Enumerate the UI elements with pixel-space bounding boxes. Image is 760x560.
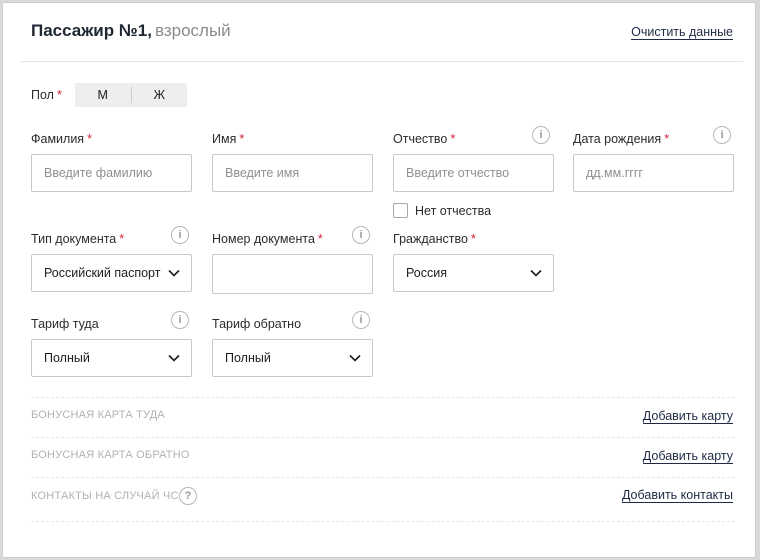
passenger-title: Пассажир №1, взрослый <box>31 21 231 41</box>
add-emergency-contacts-link[interactable]: Добавить контакты <box>621 488 733 503</box>
no-patronymic-label: Нет отчества <box>415 204 492 218</box>
doc-type-label-text: Тип документа <box>31 232 117 246</box>
citizenship-select[interactable]: Россия <box>393 254 554 292</box>
doc-number-label: Номер документа * <box>212 232 323 246</box>
gender-toggle: М Ж <box>75 83 187 107</box>
fare-there-label: Тариф туда <box>31 317 99 331</box>
doc-number-label-text: Номер документа <box>212 232 315 246</box>
fare-there-select[interactable]: Полный <box>31 339 192 377</box>
birthdate-label-text: Дата рождения <box>573 132 662 146</box>
name-input[interactable]: Введите имя <box>212 154 373 192</box>
passenger-card: Пассажир №1, взрослый Очистить данные Пол… <box>2 2 756 558</box>
doc-type-select[interactable]: Российский паспорт <box>31 254 192 292</box>
header-divider <box>21 61 743 62</box>
add-bonus-card-there-link[interactable]: Добавить карту <box>642 409 733 424</box>
required-mark: * <box>317 232 323 246</box>
section-divider <box>31 521 735 522</box>
surname-label: Фамилия * <box>31 132 92 146</box>
required-mark: * <box>119 232 125 246</box>
required-mark: * <box>56 88 62 102</box>
patronymic-input[interactable]: Введите отчество <box>393 154 554 192</box>
citizenship-label-text: Гражданство <box>393 232 468 246</box>
gender-option-male[interactable]: М <box>75 83 131 107</box>
emergency-contacts-title: КОНТАКТЫ НА СЛУЧАЙ ЧС <box>31 490 179 502</box>
info-icon[interactable]: i <box>352 226 370 244</box>
required-mark: * <box>87 132 92 146</box>
required-mark: * <box>450 132 456 146</box>
gender-label: Пол * <box>31 88 62 102</box>
chevron-down-icon <box>168 269 180 277</box>
doc-number-input[interactable] <box>212 254 373 294</box>
chevron-down-icon <box>530 269 542 277</box>
birthdate-label: Дата рождения * <box>573 132 669 146</box>
info-icon[interactable]: i <box>171 226 189 244</box>
chevron-down-icon <box>349 354 361 362</box>
gender-label-text: Пол <box>31 88 54 102</box>
section-divider <box>31 437 735 438</box>
passenger-title-main: Пассажир №1, <box>31 21 152 40</box>
required-mark: * <box>664 132 670 146</box>
required-mark: * <box>239 132 245 146</box>
clear-data-link[interactable]: Очистить данные <box>631 25 733 40</box>
citizenship-value: Россия <box>406 266 447 280</box>
no-patronymic-checkbox[interactable] <box>393 203 408 218</box>
section-divider <box>31 477 735 478</box>
citizenship-label: Гражданство * <box>393 232 476 246</box>
required-mark: * <box>470 232 476 246</box>
fare-back-label: Тариф обратно <box>212 317 302 331</box>
info-icon[interactable]: i <box>352 311 370 329</box>
patronymic-label: Отчество * <box>393 132 455 146</box>
doc-type-value: Российский паспорт <box>44 266 161 280</box>
fare-back-select[interactable]: Полный <box>212 339 373 377</box>
name-label: Имя * <box>212 132 244 146</box>
fare-back-value: Полный <box>225 351 271 365</box>
patronymic-label-text: Отчество <box>393 132 448 146</box>
surname-label-text: Фамилия <box>31 132 85 146</box>
section-divider <box>31 397 735 398</box>
doc-type-label: Тип документа * <box>31 232 124 246</box>
info-icon[interactable]: i <box>713 126 731 144</box>
bonus-card-back-title: БОНУСНАЯ КАРТА ОБРАТНО <box>31 449 190 461</box>
fare-there-value: Полный <box>44 351 90 365</box>
passenger-title-sub: взрослый <box>154 21 231 40</box>
question-icon[interactable]: ? <box>179 487 197 505</box>
info-icon[interactable]: i <box>532 126 550 144</box>
bonus-card-there-title: БОНУСНАЯ КАРТА ТУДА <box>31 409 165 421</box>
add-bonus-card-back-link[interactable]: Добавить карту <box>642 449 733 464</box>
chevron-down-icon <box>168 354 180 362</box>
surname-input[interactable]: Введите фамилию <box>31 154 192 192</box>
gender-option-female[interactable]: Ж <box>132 83 188 107</box>
birthdate-input[interactable]: дд.мм.гггг <box>573 154 734 192</box>
name-label-text: Имя <box>212 132 237 146</box>
info-icon[interactable]: i <box>171 311 189 329</box>
